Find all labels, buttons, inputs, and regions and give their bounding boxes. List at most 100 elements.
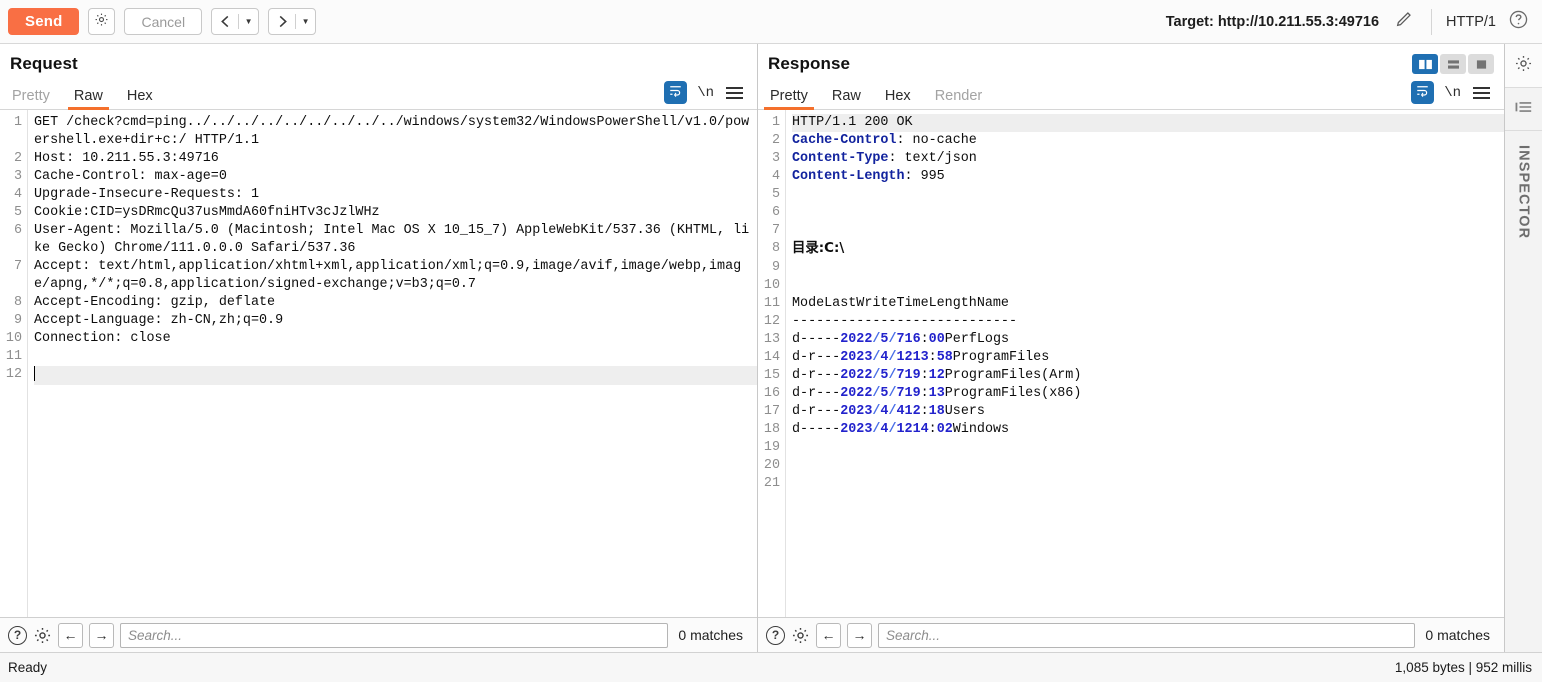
request-line-numbers: 1 2 3 4 5 6 7 8 9 10 11 12 [0,110,28,617]
line-number: 12 [5,367,22,382]
tab-response-render[interactable]: Render [923,88,995,110]
line-number: 2 [771,133,780,148]
response-word-wrap-toggle[interactable] [1411,81,1435,104]
go-forward-button[interactable]: ▼ [268,8,317,35]
hamburger-menu-icon [1473,86,1490,99]
code-line [34,366,757,385]
split-horizontal-view-button[interactable] [1440,54,1466,74]
response-editor[interactable]: 1 2 3 4 5 6 7 8 9 10 11 12 13 14 15 16 17 18 19 20 21 HTTP/1… [758,110,1504,617]
code-line: d-r---2023/4/412:18Users [792,404,985,419]
response-search-settings-button[interactable] [791,626,810,645]
request-match-count: 0 matches [678,627,743,643]
inspector-collapse-button[interactable] [1515,100,1533,119]
hamburger-menu-icon [726,86,743,99]
line-number: 18 [763,422,780,437]
response-search-next-button[interactable]: → [847,622,872,648]
request-search-settings-button[interactable] [33,626,52,645]
line-number: 9 [13,313,22,328]
request-word-wrap-toggle[interactable] [664,81,688,104]
request-tabs: Pretty Raw Hex \n [0,81,757,110]
word-wrap-icon [1415,83,1430,103]
caret-down-icon[interactable]: ▼ [239,9,258,34]
http-version-label[interactable]: HTTP/1 [1446,14,1496,30]
main-body: Request Pretty Raw Hex \n 1 2 3 4 5 6 7 … [0,44,1542,652]
help-button[interactable] [1505,8,1532,35]
request-tab-tools: \n [664,81,757,109]
line-number: 21 [763,476,780,491]
request-search-prev-button[interactable]: ← [58,622,83,648]
divider [1505,130,1542,131]
request-search-help-icon[interactable]: ? [8,625,27,645]
request-title: Request [10,54,78,73]
line-number: 10 [763,278,780,293]
cancel-button[interactable]: Cancel [124,8,203,35]
line-number: 12 [763,314,780,329]
response-code[interactable]: HTTP/1.1 200 OK Cache-Control: no-cache Co… [786,110,1504,617]
response-newline-toggle[interactable]: \n [1444,85,1461,101]
tab-request-raw[interactable]: Raw [62,88,115,110]
request-search-input[interactable] [120,622,669,648]
single-pane-view-button[interactable] [1468,54,1494,74]
response-menu-button[interactable] [1471,85,1492,101]
tab-response-raw[interactable]: Raw [820,88,873,110]
response-search-input[interactable] [878,622,1416,648]
code-line: Content-Length: 995 [792,169,945,184]
request-editor[interactable]: 1 2 3 4 5 6 7 8 9 10 11 12 GET /check?cmd=ping../..… [0,110,757,617]
line-number: 16 [763,386,780,401]
rail-settings-button[interactable] [1505,44,1542,88]
send-button[interactable]: Send [8,8,80,35]
code-line: d-r---2023/4/1213:58ProgramFiles [792,350,1050,365]
line-number: 13 [763,332,780,347]
code-line: 目录:C:\ [792,241,845,256]
split-vertical-view-button[interactable] [1412,54,1438,74]
line-number: 11 [5,349,22,364]
response-search-help-icon[interactable]: ? [766,625,785,645]
code-line: User-Agent: Mozilla/5.0 (Macintosh; Inte… [34,223,750,256]
code-line: Cache-Control: no-cache [792,133,977,148]
chevron-left-icon [212,9,238,34]
arrow-left-icon: ← [63,627,78,643]
response-search-prev-button[interactable]: ← [816,622,841,648]
go-back-button[interactable]: ▼ [211,8,260,35]
code-line: Host: 10.211.55.3:49716 [34,151,219,166]
request-header: Request [0,44,757,74]
code-line: ModeLastWriteTimeLengthName [792,296,1009,311]
code-line: Cache-Control: max-age=0 [34,169,227,184]
right-rail: INSPECTOR [1504,44,1542,652]
line-number: 8 [771,241,780,256]
code-line: Accept: text/html,application/xhtml+xml,… [34,259,742,292]
tab-request-hex[interactable]: Hex [115,88,165,110]
line-number: 6 [771,205,780,220]
code-line: d-----2023/4/1214:02Windows [792,422,1010,437]
status-bar: Ready 1,085 bytes | 952 millis [0,652,1542,682]
line-number: 11 [763,296,780,311]
edit-target-button[interactable] [1390,8,1417,35]
tab-response-pretty[interactable]: Pretty [758,88,820,110]
request-search-next-button[interactable]: → [89,622,114,648]
request-newline-toggle[interactable]: \n [697,85,714,101]
code-line: d-r---2022/5/719:13ProgramFiles(x86) [792,386,1082,401]
line-number: 10 [5,331,22,346]
line-number: 14 [763,350,780,365]
line-number: 15 [763,368,780,383]
request-menu-button[interactable] [724,85,745,101]
inspector-label[interactable]: INSPECTOR [1516,145,1532,239]
code-line: d-----2022/5/716:00PerfLogs [792,332,1010,347]
chevron-right-icon [269,9,295,34]
tab-response-hex[interactable]: Hex [873,88,923,110]
tab-request-pretty[interactable]: Pretty [0,88,62,110]
line-number: 4 [13,187,22,202]
request-code[interactable]: GET /check?cmd=ping../../../../../../../… [28,110,757,617]
send-settings-button[interactable] [88,8,116,35]
line-number: 3 [771,151,780,166]
gear-icon [1514,54,1533,78]
caret-down-icon[interactable]: ▼ [296,9,315,34]
response-layout-toggles [1412,54,1494,74]
code-line: Upgrade-Insecure-Requests: 1 [34,187,259,202]
response-match-count: 0 matches [1425,627,1490,643]
response-search-bar: ? ← → 0 matches [758,617,1504,652]
